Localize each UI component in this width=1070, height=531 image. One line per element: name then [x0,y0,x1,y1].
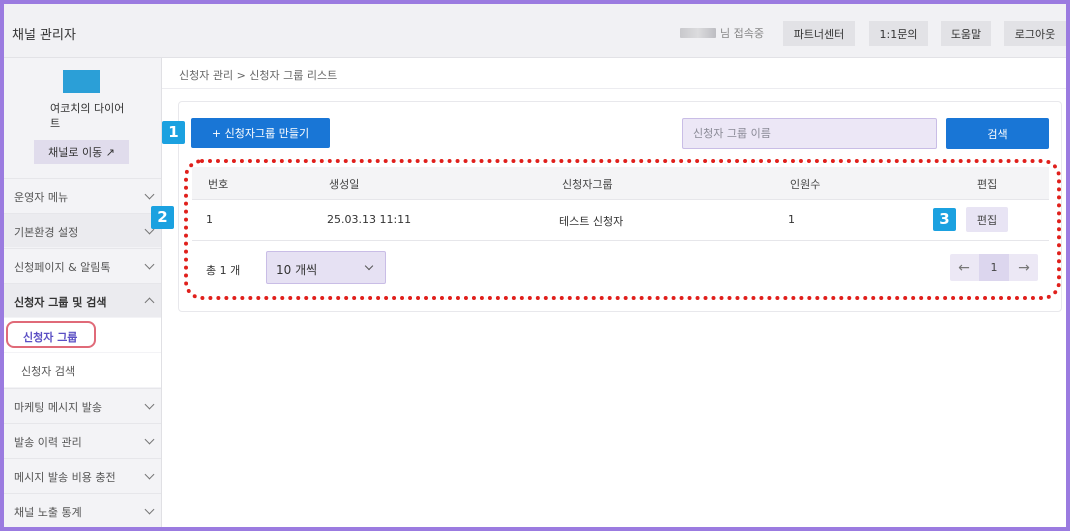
chevron-down-icon [144,434,155,445]
channel-name: 여코치의 다이어트 [50,102,125,130]
sidebar-item-signup-page[interactable]: 신청페이지 & 알림톡 [4,248,161,282]
logout-button[interactable]: 로그아웃 [1004,21,1066,46]
table-highlight-outline [184,159,1061,300]
sidebar-item-label: 기본환경 설정 [14,226,79,239]
sidebar-item-basic-settings[interactable]: 기본환경 설정 [4,213,161,247]
sidebar-item-label: 마케팅 메시지 발송 [14,401,102,414]
active-subitem-highlight[interactable]: 신청자 그룹 [6,321,96,348]
chevron-down-icon [144,399,155,410]
channel-logo [63,70,100,93]
sidebar-item-label: 신청페이지 & 알림톡 [14,261,111,274]
help-button[interactable]: 도움말 [941,21,991,46]
group-name-search-input[interactable] [682,118,937,149]
sidebar-item-send-history[interactable]: 발송 이력 관리 [4,423,161,457]
app-title: 채널 관리자 [12,28,76,43]
sidebar: 여코치의 다이어트 채널로 이동 ↗ 운영자 메뉴 기본환경 설정 신청페이지 … [4,58,162,527]
inquiry-button[interactable]: 1:1문의 [869,21,928,46]
chevron-down-icon [144,259,155,270]
sidebar-item-marketing-message[interactable]: 마케팅 메시지 발송 [4,388,161,422]
chevron-up-icon [144,297,155,308]
partner-center-button[interactable]: 파트너센터 [783,21,855,46]
sidebar-item-cost-charge[interactable]: 메시지 발송 비용 충전 [4,458,161,492]
sidebar-item-label: 운영자 메뉴 [14,191,69,204]
search-button[interactable]: 검색 [946,118,1049,149]
sidebar-item-label: 메시지 발송 비용 충전 [14,471,116,484]
sidebar-item-label: 신청자 그룹 및 검색 [14,296,107,309]
sidebar-subitem-label-active: 신청자 그룹 [23,331,78,344]
sidebar-item-label: 채널 노출 통계 [14,506,82,519]
sidebar-subitem-applicant-search[interactable]: 신청자 검색 [4,353,161,387]
step-badge-1: 1 [162,121,185,144]
sidebar-item-channel-stats[interactable]: 채널 노출 통계 [4,493,161,527]
create-group-button[interactable]: + 신청자그룹 만들기 [191,118,330,148]
divider [162,88,1066,89]
sidebar-item-label: 발송 이력 관리 [14,436,82,449]
top-bar: 채널 관리자 님 접속중 파트너센터 1:1문의 도움말 로그아웃 [4,4,1066,58]
step-badge-2: 2 [151,206,174,229]
sidebar-subitem-label: 신청자 검색 [21,365,76,378]
user-status: 님 접속중 [720,27,764,40]
chevron-down-icon [144,469,155,480]
breadcrumb: 신청자 관리 > 신청자 그룹 리스트 [179,69,338,82]
chevron-down-icon [144,504,155,515]
sidebar-item-applicant-groups[interactable]: 신청자 그룹 및 검색 [4,283,161,317]
sidebar-item-operator-menu[interactable]: 운영자 메뉴 [4,178,161,212]
screenshot-frame: 채널 관리자 님 접속중 파트너센터 1:1문의 도움말 로그아웃 여코치의 다… [0,0,1070,531]
chevron-down-icon [144,189,155,200]
user-name-blurred [680,28,716,38]
go-to-channel-button[interactable]: 채널로 이동 ↗ [34,140,129,164]
